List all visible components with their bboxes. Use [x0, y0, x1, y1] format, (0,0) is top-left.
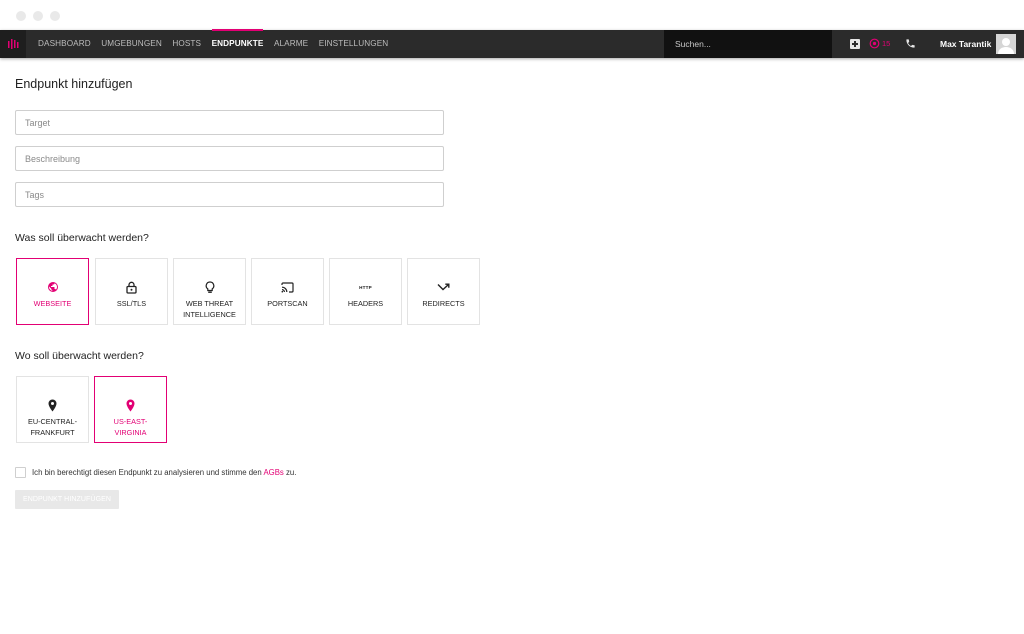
location-pin-icon — [126, 399, 135, 411]
window-chrome — [0, 0, 1024, 30]
brand-logo[interactable] — [0, 30, 26, 58]
location-section-title: Wo soll überwacht werden? — [15, 350, 144, 362]
monitor-option-redirects[interactable]: REDIRECTS — [407, 258, 480, 325]
consent-prefix: Ich bin berechtigt diesen Endpunkt zu an… — [32, 468, 264, 477]
nav-item-dashboard[interactable]: DASHBOARD — [38, 30, 91, 58]
add-icon[interactable] — [850, 39, 860, 49]
description-input[interactable] — [16, 147, 443, 170]
logo-icon — [8, 39, 19, 49]
monitor-section-title: Was soll überwacht werden? — [15, 232, 149, 244]
alarm-indicator[interactable]: 15 — [869, 38, 890, 49]
alarm-icon — [869, 38, 880, 49]
location-option-us-east-virginia[interactable]: US-EAST- VIRGINIA — [94, 376, 167, 443]
redirect-arrow-icon — [437, 283, 450, 290]
consent-text: Ich bin berechtigt diesen Endpunkt zu an… — [32, 468, 296, 477]
monitor-option-portscan[interactable]: PORTSCAN — [251, 258, 324, 325]
globe-icon — [47, 282, 58, 292]
location-option-label: EU-CENTRAL- FRANKFURT — [27, 417, 78, 437]
nav-item-alarme[interactable]: ALARME — [274, 30, 308, 58]
monitor-option-label: SSL/TLS — [116, 299, 147, 308]
cast-icon — [281, 281, 294, 293]
tags-input[interactable] — [16, 183, 443, 206]
lightbulb-icon — [205, 280, 214, 293]
user-avatar-icon — [996, 34, 1016, 54]
page-title: Endpunkt hinzufügen — [15, 77, 133, 91]
monitor-option-webseite[interactable]: WEBSEITE — [16, 258, 89, 325]
monitor-option-label: WEBSEITE — [33, 299, 72, 308]
description-field — [15, 146, 444, 171]
tags-field — [15, 182, 444, 207]
window-close-dot[interactable] — [16, 11, 26, 21]
location-option-label: US-EAST- VIRGINIA — [113, 417, 148, 437]
consent-suffix: zu. — [283, 468, 297, 477]
monitor-option-label: PORTSCAN — [267, 299, 308, 308]
monitor-option-label: WEB THREAT INTELLIGENCE — [183, 299, 236, 319]
consent-checkbox[interactable] — [15, 467, 26, 478]
nav-item-hosts[interactable]: HOSTS — [172, 30, 201, 58]
target-field — [15, 110, 444, 135]
user-name[interactable]: Max Tarantik — [940, 30, 991, 58]
nav-item-endpunkte[interactable]: ENDPUNKTE — [211, 29, 264, 58]
lock-icon — [126, 281, 137, 294]
consent-row: Ich bin berechtigt diesen Endpunkt zu an… — [15, 467, 296, 478]
alarm-count: 15 — [882, 39, 891, 48]
avatar[interactable] — [996, 34, 1016, 54]
top-navbar: DASHBOARD UMGEBUNGEN HOSTS ENDPUNKTE ALA… — [0, 29, 1024, 58]
nav-item-einstellungen[interactable]: EINSTELLUNGEN — [319, 30, 389, 58]
http-icon: HTTP — [359, 284, 372, 290]
monitor-option-label: HEADERS — [347, 299, 384, 308]
add-endpoint-button[interactable]: ENDPUNKT HINZUFÜGEN — [15, 490, 119, 509]
nav-menu: DASHBOARD UMGEBUNGEN HOSTS ENDPUNKTE ALA… — [38, 29, 399, 58]
phone-icon[interactable] — [905, 38, 916, 49]
target-input[interactable] — [16, 111, 443, 134]
monitor-option-web-threat-intelligence[interactable]: WEB THREAT INTELLIGENCE — [173, 258, 246, 325]
monitor-option-ssl-tls[interactable]: SSL/TLS — [95, 258, 168, 325]
search-input[interactable] — [664, 30, 832, 58]
location-option-eu-central-frankfurt[interactable]: EU-CENTRAL- FRANKFURT — [16, 376, 89, 443]
location-pin-icon — [48, 399, 57, 411]
agb-link[interactable]: AGBs — [263, 468, 283, 477]
window-maximize-dot[interactable] — [50, 11, 60, 21]
window-minimize-dot[interactable] — [33, 11, 43, 21]
monitor-option-headers[interactable]: HTTP HEADERS — [329, 258, 402, 325]
search-box — [664, 30, 832, 58]
monitor-option-label: REDIRECTS — [422, 299, 465, 308]
nav-item-umgebungen[interactable]: UMGEBUNGEN — [101, 30, 162, 58]
